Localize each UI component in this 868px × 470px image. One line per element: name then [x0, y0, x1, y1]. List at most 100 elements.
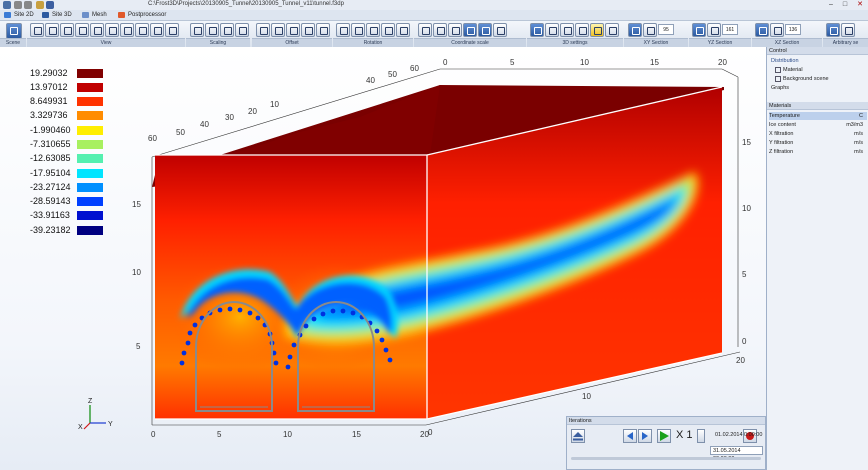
zoom-fit-button[interactable] — [190, 23, 204, 37]
group-yz-section: YZ Section — [689, 38, 751, 47]
triad-y-label: Y — [108, 421, 113, 428]
legend-row: -28.59143 — [30, 195, 110, 207]
step-forward-button[interactable] — [638, 429, 652, 443]
eject-button[interactable] — [571, 429, 585, 443]
redo-icon[interactable] — [24, 1, 32, 9]
graphs-node[interactable]: Graphs — [771, 84, 789, 92]
distribution-node[interactable]: Distribution — [771, 57, 799, 65]
material-row-x-filtration[interactable]: X filtration m/s — [769, 130, 867, 138]
check-icon — [775, 75, 781, 82]
settings-3d-1-button[interactable] — [530, 23, 544, 37]
xz-section-toggle[interactable] — [755, 23, 769, 37]
rotate-2-button[interactable] — [351, 23, 365, 37]
tab-mesh[interactable]: Mesh — [80, 10, 107, 20]
view-iso2-button[interactable] — [135, 23, 149, 37]
zoom-out-button[interactable] — [235, 23, 249, 37]
view-left-button[interactable] — [60, 23, 74, 37]
xy-section-flip[interactable] — [643, 23, 657, 37]
legend-swatch — [77, 169, 103, 178]
front-bottom-tick: 0 — [151, 430, 156, 439]
materials-title: Materials — [767, 102, 868, 110]
viewport-3d[interactable]: 0 5 10 15 20 5 10 15 0 10 20 0 5 10 15 0… — [0, 47, 766, 470]
rotate-4-button[interactable] — [381, 23, 395, 37]
yz-section-toggle[interactable] — [692, 23, 706, 37]
step-back-button[interactable] — [623, 429, 637, 443]
scale-y-button[interactable] — [433, 23, 447, 37]
legend-row: 8.649931 — [30, 95, 110, 107]
settings-3d-6-button[interactable] — [605, 23, 619, 37]
view-iso-button[interactable] — [120, 23, 134, 37]
material-row-temperature[interactable]: Temperature C — [769, 112, 867, 120]
arbitrary-section-flip[interactable] — [841, 23, 855, 37]
open-icon[interactable] — [36, 1, 44, 9]
scale-z-button[interactable] — [448, 23, 462, 37]
view-iso4-button[interactable] — [165, 23, 179, 37]
xy-section-input[interactable]: 95 — [658, 24, 674, 35]
left-depth-tick: 30 — [225, 113, 234, 122]
arbitrary-section-toggle[interactable] — [826, 23, 840, 37]
zoom-in-button[interactable] — [220, 23, 234, 37]
close-button[interactable]: ✕ — [853, 0, 867, 9]
left-depth-tick: 20 — [248, 107, 257, 116]
rotate-3-button[interactable] — [366, 23, 380, 37]
speed-spinner[interactable] — [697, 429, 705, 443]
material-row-ice-content[interactable]: Ice content m3/m3 — [769, 121, 867, 129]
top-depth-tick: 60 — [410, 64, 419, 73]
settings-3d-2-button[interactable] — [545, 23, 559, 37]
legend-row: 3.329736 — [30, 109, 110, 121]
yz-section-input[interactable]: 161 — [722, 24, 738, 35]
legend-row: -7.310655 — [30, 138, 110, 150]
view-bottom-button[interactable] — [105, 23, 119, 37]
view-top-button[interactable] — [90, 23, 104, 37]
settings-3d-4-button[interactable] — [575, 23, 589, 37]
group-xz-section: XZ Section — [752, 38, 822, 47]
material-row-z-filtration[interactable]: Z filtration m/s — [769, 148, 867, 156]
tab-postprocessor[interactable]: Postprocessor — [116, 10, 166, 20]
background-scene-checkbox[interactable]: Background scene — [775, 75, 829, 83]
material-checkbox[interactable]: Material — [775, 66, 803, 74]
play-button[interactable] — [657, 429, 671, 443]
tab-site-2d[interactable]: Site 2D — [2, 10, 34, 20]
scale-x-button[interactable] — [418, 23, 432, 37]
legend-row: -1.990460 — [30, 124, 110, 136]
material-row-y-filtration[interactable]: Y filtration m/s — [769, 139, 867, 147]
save-icon[interactable] — [46, 1, 54, 9]
yz-section-flip[interactable] — [707, 23, 721, 37]
step-forward-icon — [642, 432, 648, 440]
triad-z-label: Z — [88, 398, 93, 405]
xz-section-input[interactable]: 136 — [785, 24, 801, 35]
scale-text-button[interactable] — [478, 23, 492, 37]
tab-site-3d[interactable]: Site 3D — [40, 10, 72, 20]
group-scene: Scene — [0, 38, 26, 47]
rotate-1-button[interactable] — [336, 23, 350, 37]
view-back-button[interactable] — [45, 23, 59, 37]
iteration-slider[interactable] — [571, 457, 761, 460]
view-iso3-button[interactable] — [150, 23, 164, 37]
xz-section-flip[interactable] — [770, 23, 784, 37]
view-right-button[interactable] — [75, 23, 89, 37]
offset-up-button[interactable] — [286, 23, 300, 37]
current-date-field[interactable]: 31.05.2014 00:00:00 — [710, 446, 763, 462]
xy-section-toggle[interactable] — [628, 23, 642, 37]
minimize-button[interactable]: – — [824, 0, 838, 9]
undo-icon[interactable] — [14, 1, 22, 9]
offset-right-button[interactable] — [271, 23, 285, 37]
play-icon — [660, 431, 669, 441]
maximize-button[interactable]: □ — [838, 0, 852, 9]
control-panel: Control Distribution Material Background… — [766, 47, 868, 470]
legend-row: 13.97012 — [30, 81, 110, 93]
zoom-region-button[interactable] — [205, 23, 219, 37]
light-bulb-icon[interactable] — [590, 23, 604, 37]
offset-left-button[interactable] — [256, 23, 270, 37]
scale-xyz-button[interactable] — [463, 23, 477, 37]
scene-button[interactable] — [6, 23, 22, 39]
offset-reset-button[interactable] — [316, 23, 330, 37]
legend-swatch — [77, 154, 103, 163]
view-front-button[interactable] — [30, 23, 44, 37]
rotate-5-button[interactable] — [396, 23, 410, 37]
settings-3d-3-button[interactable] — [560, 23, 574, 37]
top-back-tick: 15 — [650, 58, 659, 67]
offset-down-button[interactable] — [301, 23, 315, 37]
scale-reset-button[interactable] — [493, 23, 507, 37]
triad-x-axis — [83, 422, 91, 430]
